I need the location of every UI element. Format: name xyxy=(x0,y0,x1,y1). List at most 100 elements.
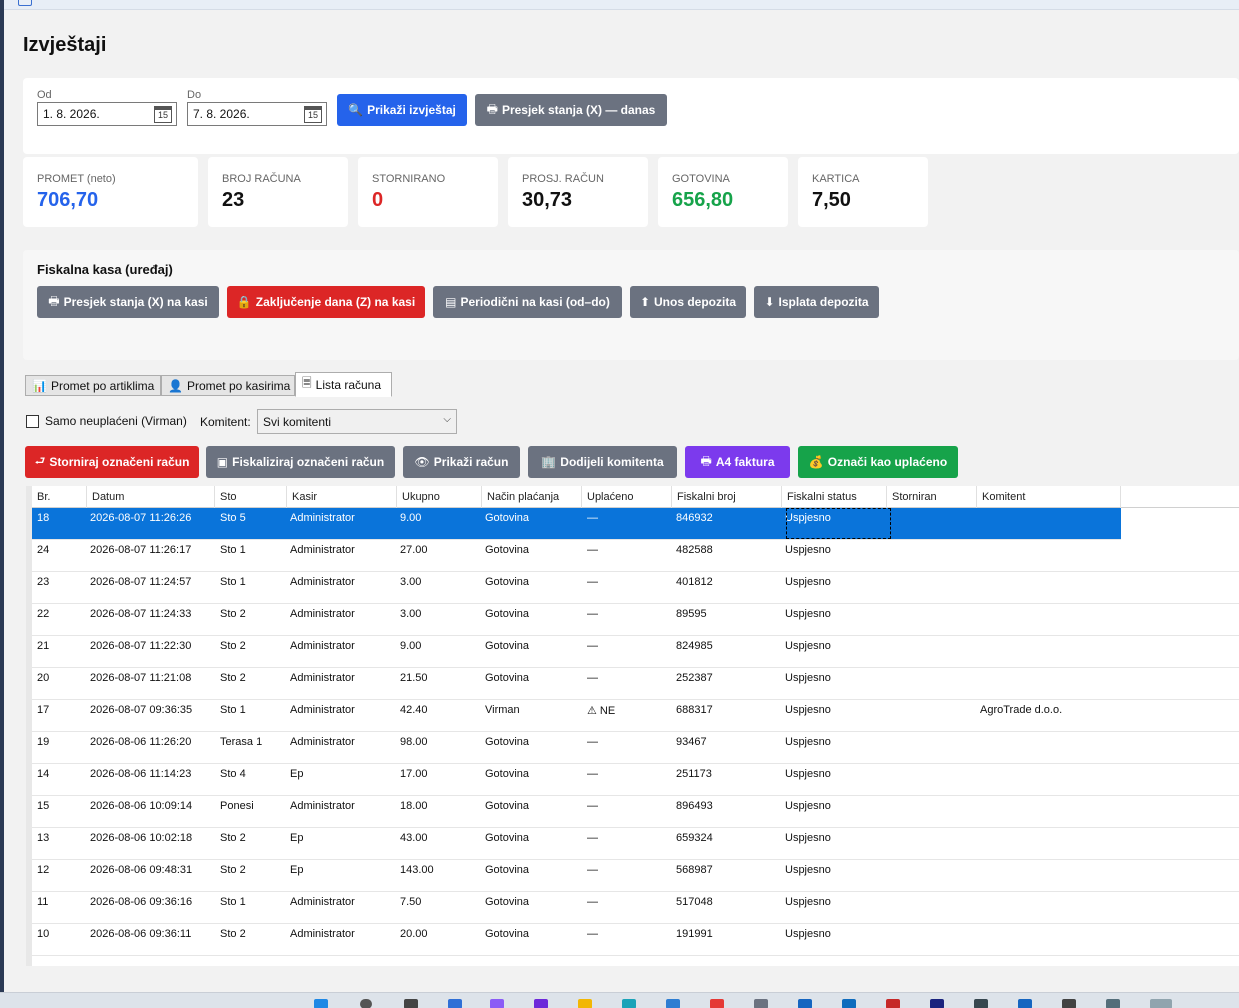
table-cell: 24 xyxy=(37,544,50,556)
app-icon[interactable] xyxy=(886,999,900,1008)
column-header[interactable]: Sto xyxy=(215,486,287,508)
x-report-today-button[interactable]: 🖶 Presjek stanja (X) — danas xyxy=(475,94,667,126)
start-icon[interactable] xyxy=(314,999,328,1008)
table-row[interactable]: 20 2026-08-07 11:21:08 Sto 2 Administrator 2… xyxy=(32,668,1239,700)
column-header[interactable]: Način plaćanja xyxy=(482,486,582,508)
mark-paid-label: Označi kao uplaćeno xyxy=(827,455,948,469)
table-cell: 20 xyxy=(37,672,50,684)
table-row[interactable]: 18 2026-08-07 11:26:26 Sto 5 Administrator 9… xyxy=(32,508,1121,540)
app-icon[interactable] xyxy=(1106,999,1120,1008)
table-cell: 14 xyxy=(37,768,50,780)
table-cell: Sto 1 xyxy=(220,704,246,716)
periodic-report-button[interactable]: ▤ Periodični na kasi (od–do) xyxy=(433,286,622,318)
show-report-button[interactable]: 🔍 Prikaži izvještaj xyxy=(337,94,467,126)
table-row[interactable]: 15 2026-08-06 10:09:14 Ponesi Administrator… xyxy=(32,796,1239,828)
task-view-icon[interactable] xyxy=(404,999,418,1008)
x-report-device-button[interactable]: 🖶 Presjek stanja (X) na kasi xyxy=(37,286,219,318)
column-header[interactable]: Storniran xyxy=(887,486,977,508)
from-label: Od xyxy=(37,89,52,101)
client-filter-select[interactable]: Svi komitenti ⌵ xyxy=(257,409,457,434)
kpi-value: 7,50 xyxy=(812,189,851,211)
app-icon[interactable] xyxy=(1018,999,1032,1008)
table-row[interactable]: 10 2026-08-06 09:36:11 Sto 2 Administrator 2… xyxy=(32,924,1239,956)
browser-icon[interactable] xyxy=(622,999,636,1008)
app-icon[interactable] xyxy=(448,999,462,1008)
fiscalize-receipt-button[interactable]: ▣ Fiskaliziraj označeni račun xyxy=(206,446,395,478)
table-cell: 18.00 xyxy=(400,800,428,812)
app-icon[interactable] xyxy=(1062,999,1076,1008)
kpi-card-net-revenue: PROMET (neto) 706,70 xyxy=(23,157,198,227)
outlook-icon[interactable] xyxy=(842,999,856,1008)
column-header[interactable]: Fiskalni broj xyxy=(672,486,782,508)
table-row[interactable]: 14 2026-08-06 11:14:23 Sto 4 Ep 17.00 Gotovin… xyxy=(32,764,1239,796)
table-cell: 191991 xyxy=(676,928,713,940)
calendar-icon[interactable]: 15 xyxy=(154,106,172,123)
tab-receipt-list[interactable]: 🗏 Lista računa xyxy=(295,372,392,397)
unpaid-only-label[interactable]: Samo neuplaćeni (Virman) xyxy=(45,414,187,428)
calendar-icon[interactable]: 15 xyxy=(304,106,322,123)
deposit-in-button[interactable]: ⬆ Unos depozita xyxy=(630,286,746,318)
to-date-picker[interactable]: 7. 8. 2026. 15 xyxy=(187,102,327,126)
assign-client-button[interactable]: 🏢 Dodijeli komitenta xyxy=(528,446,677,478)
folder-icon[interactable] xyxy=(578,999,592,1008)
table-row[interactable]: 12 2026-08-06 09:48:31 Sto 2 Ep 143.00 Gotovi… xyxy=(32,860,1239,892)
table-cell: Uspjesno xyxy=(785,736,831,748)
column-header[interactable]: Komitent xyxy=(977,486,1121,508)
z-report-button[interactable]: 🔒 Zaključenje dana (Z) na kasi xyxy=(227,286,425,318)
active-app-icon[interactable] xyxy=(1150,999,1172,1008)
table-cell: 21 xyxy=(37,640,50,652)
unpaid-only-checkbox[interactable] xyxy=(26,415,39,428)
kpi-label: GOTOVINA xyxy=(672,173,730,185)
from-date-picker[interactable]: 1. 8. 2026. 15 xyxy=(37,102,177,126)
column-header[interactable]: Kasir xyxy=(287,486,397,508)
deposit-out-button[interactable]: ⬇ Isplata depozita xyxy=(754,286,879,318)
table-cell: Gotovina xyxy=(485,544,530,556)
table-row[interactable]: 13 2026-08-06 10:02:18 Sto 2 Ep 43.00 Gotovin… xyxy=(32,828,1239,860)
table-row[interactable]: 21 2026-08-07 11:22:30 Sto 2 Administrator 9… xyxy=(32,636,1239,668)
table-row[interactable]: 23 2026-08-07 11:24:57 Sto 1 Administrator 3… xyxy=(32,572,1239,604)
table-cell: 22 xyxy=(37,608,50,620)
table-cell: 21.50 xyxy=(400,672,428,684)
app-icon[interactable] xyxy=(666,999,680,1008)
table-cell: Ponesi xyxy=(220,800,254,812)
kpi-card-avg-receipt: PROSJ. RAČUN 30,73 xyxy=(508,157,648,227)
search-icon[interactable] xyxy=(360,999,372,1008)
table-cell: 2026-08-07 11:21:08 xyxy=(90,672,192,684)
table-cell: 98.00 xyxy=(400,736,428,748)
column-header[interactable]: Fiskalni status xyxy=(782,486,887,508)
column-header[interactable]: Ukupno xyxy=(397,486,482,508)
tab-sales-by-cashier[interactable]: 👤 Promet po kasirima xyxy=(161,375,295,396)
table-cell: Gotovina xyxy=(485,640,530,652)
mark-paid-button[interactable]: 💰 Označi kao uplaćeno xyxy=(798,446,958,478)
table-cell: 2026-08-06 09:36:16 xyxy=(90,896,193,908)
table-cell: 2026-08-07 11:26:17 xyxy=(90,544,192,556)
receipts-table[interactable]: Br. Datum Sto Kasir Ukupno Način plaćanj… xyxy=(26,486,1239,966)
app-icon[interactable] xyxy=(930,999,944,1008)
table-cell: Uspjesno xyxy=(785,800,831,812)
cancel-receipt-button[interactable]: ⮐ Storniraj označeni račun xyxy=(25,446,199,478)
table-row[interactable]: 22 2026-08-07 11:24:33 Sto 2 Administrator 3… xyxy=(32,604,1239,636)
table-row[interactable]: 17 2026-08-07 09:36:35 Sto 1 Administrator 4… xyxy=(32,700,1239,732)
chrome-icon[interactable] xyxy=(710,999,724,1008)
show-receipt-button[interactable]: 👁 Prikaži račun xyxy=(403,446,520,478)
tab-label: Promet po kasirima xyxy=(186,378,291,393)
table-row[interactable]: 24 2026-08-07 11:26:17 Sto 1 Administrator 2… xyxy=(32,540,1239,572)
table-row[interactable]: 11 2026-08-06 09:36:16 Sto 1 Administrator 7… xyxy=(32,892,1239,924)
table-cell: Administrator xyxy=(290,800,355,812)
kpi-value: 706,70 xyxy=(37,189,99,211)
column-header[interactable]: Uplaćeno xyxy=(582,486,672,508)
app-icon[interactable] xyxy=(490,999,504,1008)
register-icon: ▣ xyxy=(216,455,229,469)
table-cell: Uspjesno xyxy=(785,896,831,908)
arrow-down-icon: ⬇ xyxy=(764,295,775,309)
app-icon[interactable] xyxy=(974,999,988,1008)
table-cell: 27.00 xyxy=(400,544,428,556)
app-icon[interactable] xyxy=(754,999,768,1008)
visual-studio-icon[interactable] xyxy=(534,999,548,1008)
column-header[interactable]: Datum xyxy=(87,486,215,508)
column-header[interactable]: Br. xyxy=(32,486,87,508)
table-row[interactable]: 19 2026-08-06 11:26:20 Terasa 1 Administrat… xyxy=(32,732,1239,764)
app-icon[interactable] xyxy=(798,999,812,1008)
a4-invoice-button[interactable]: 🖶 A4 faktura xyxy=(685,446,790,478)
tab-sales-by-item[interactable]: 📊 Promet po artiklima xyxy=(25,375,161,396)
